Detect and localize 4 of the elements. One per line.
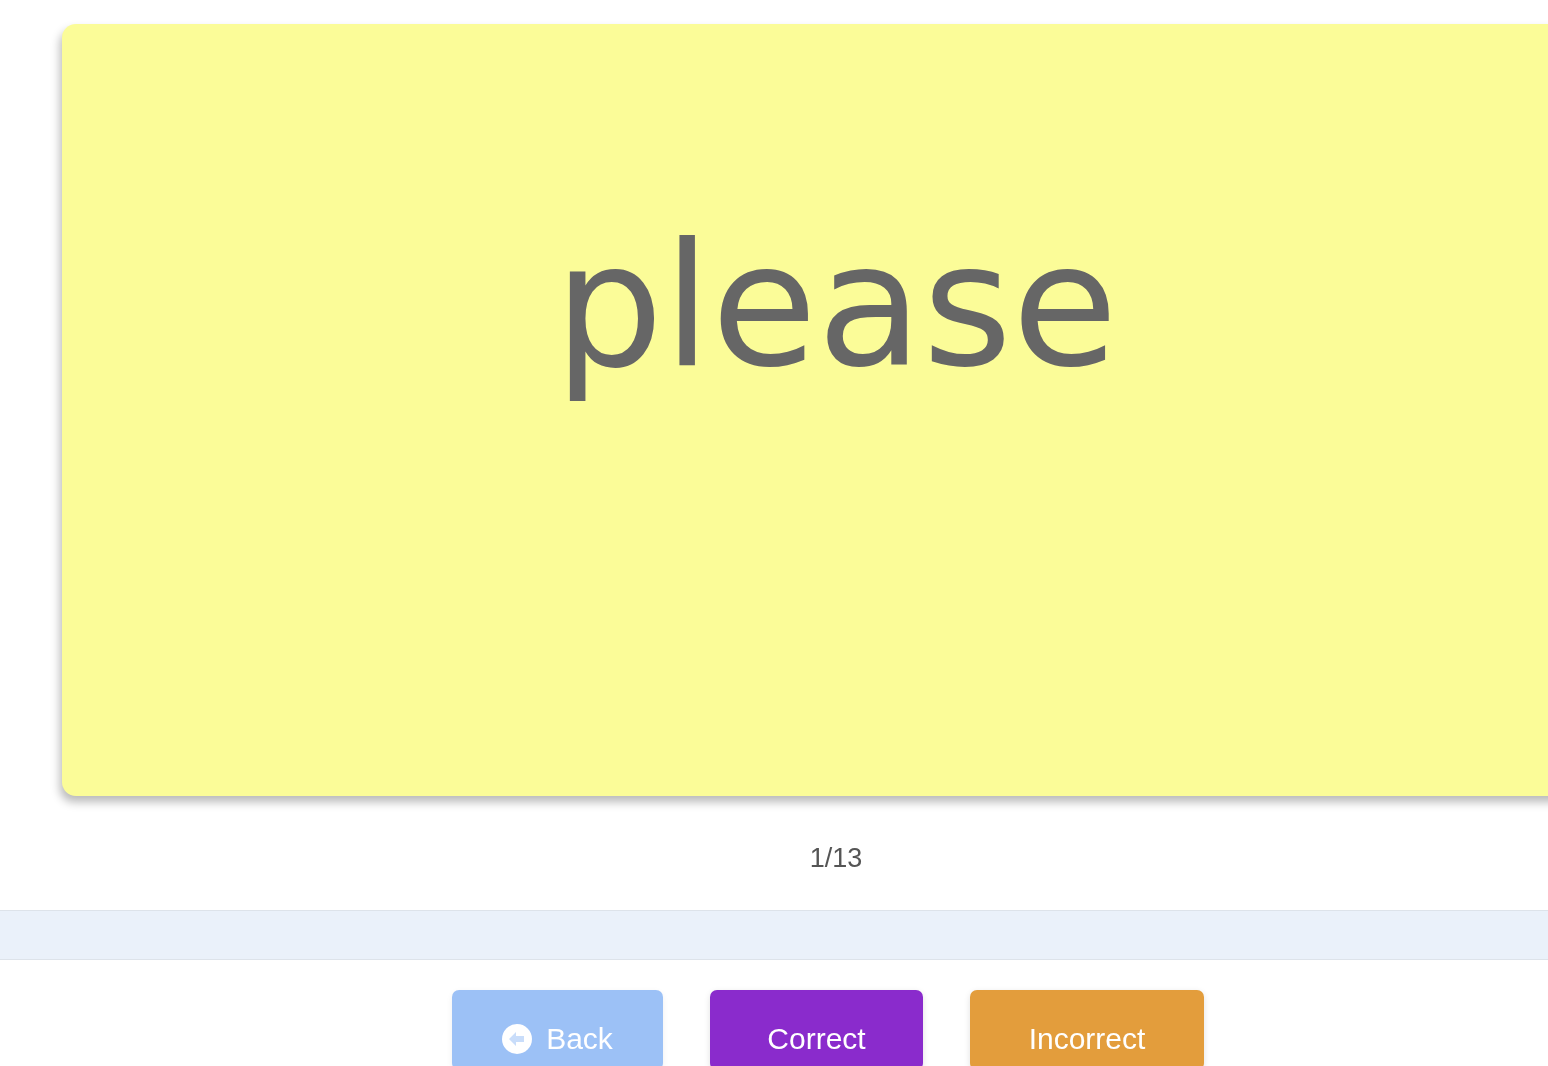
flashcard[interactable]: please [62,24,1548,796]
card-word: please [553,204,1119,408]
card-counter: 1/13 [809,842,863,874]
correct-button[interactable]: Correct [710,990,923,1066]
